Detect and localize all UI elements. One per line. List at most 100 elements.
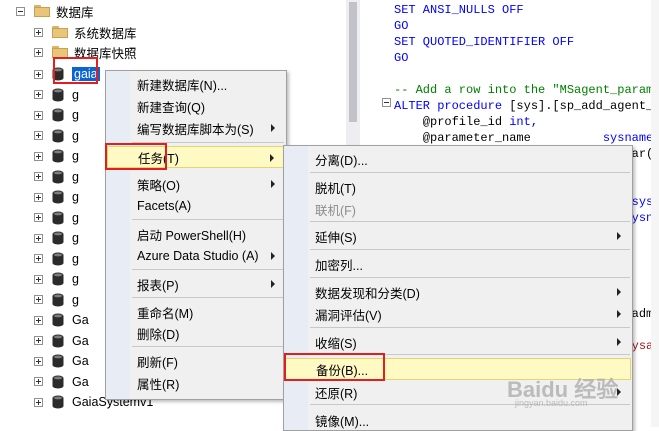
expand-icon[interactable]	[34, 151, 43, 161]
expand-icon[interactable]	[34, 254, 43, 263]
expand-icon[interactable]	[34, 336, 43, 345]
menu-separator	[310, 249, 630, 250]
database-row[interactable]: g	[34, 187, 79, 207]
tasks-submenu-item[interactable]: 收缩(S)	[285, 331, 631, 353]
database-label: Ga	[72, 354, 89, 368]
context-menu-item[interactable]: 属性(R)	[107, 372, 285, 394]
tasks-submenu-item[interactable]: 分离(D)...	[285, 148, 631, 170]
database-icon	[52, 211, 64, 224]
context-menu-item-label: 新建查询(Q)	[137, 100, 206, 115]
database-row[interactable]: g	[34, 228, 79, 248]
database-row[interactable]: g	[34, 249, 79, 269]
database-label: g	[72, 108, 79, 122]
code-line: GO	[394, 50, 408, 66]
database-icon	[52, 293, 64, 306]
folder-icon	[34, 5, 50, 17]
context-menu-item[interactable]: Azure Data Studio (A)	[107, 245, 285, 267]
tasks-submenu-item[interactable]: 漏洞评估(V)	[285, 303, 631, 325]
database-label: g	[72, 292, 79, 307]
tasks-submenu-item[interactable]: 延伸(S)	[285, 225, 631, 247]
code-token: -- Add a row into the "MSagent_paramet	[394, 83, 659, 97]
submenu-arrow-icon	[617, 310, 621, 318]
expand-icon[interactable]	[34, 172, 43, 181]
menu-separator	[310, 327, 630, 328]
expand-icon[interactable]	[34, 397, 43, 407]
context-menu-item-label: 策略(O)	[137, 178, 181, 193]
database-row[interactable]: g	[34, 85, 79, 105]
database-icon	[52, 129, 64, 142]
expand-icon[interactable]	[34, 274, 43, 284]
code-token: GO	[394, 51, 409, 65]
expand-icon[interactable]	[34, 377, 43, 386]
database-row[interactable]: g	[34, 105, 79, 125]
highlight-tasks-item	[105, 143, 167, 170]
database-row[interactable]: g	[34, 146, 79, 166]
tree-node-system-databases[interactable]: 系统数据库	[34, 22, 137, 42]
submenu-arrow-icon	[271, 280, 275, 288]
database-icon	[52, 170, 64, 183]
tasks-submenu-item-label: 还原(R)	[315, 386, 358, 401]
context-menu-item-label: 新建数据库(N)...	[137, 78, 228, 93]
database-row[interactable]: Ga	[34, 351, 89, 371]
database-row[interactable]: Ga	[34, 331, 89, 351]
tasks-submenu-item[interactable]: 脱机(T)	[285, 176, 631, 198]
context-menu-item[interactable]: Facets(A)	[107, 195, 285, 217]
menu-separator	[132, 219, 284, 220]
database-row[interactable]: Ga	[34, 310, 89, 330]
database-row[interactable]: g	[34, 167, 79, 187]
code-line: GO	[394, 18, 408, 34]
database-label: Ga	[72, 313, 89, 327]
database-row[interactable]: g	[34, 208, 79, 228]
collapse-icon[interactable]	[16, 6, 25, 16]
expand-icon[interactable]	[34, 233, 43, 243]
context-menu-item[interactable]: 新建查询(Q)	[107, 95, 285, 117]
expand-icon[interactable]	[34, 213, 43, 222]
tasks-submenu-item-label: 加密列...	[315, 258, 363, 273]
expand-icon[interactable]	[34, 27, 43, 37]
context-menu-item[interactable]: 启动 PowerShell(H)	[107, 223, 285, 245]
context-menu-item[interactable]: 删除(D)	[107, 322, 285, 344]
scrollbar-thumb[interactable]	[349, 2, 357, 122]
context-menu-item[interactable]: 编写数据库脚本为(S)	[107, 117, 285, 139]
editor-scrollbar[interactable]	[651, 0, 659, 427]
context-menu-item-label: 编写数据库脚本为(S)	[137, 122, 254, 137]
highlight-backup-item	[284, 353, 385, 381]
tree-node-databases[interactable]: 数据库	[16, 1, 94, 21]
tasks-submenu-item-label: 分离(D)...	[315, 153, 368, 168]
expand-icon[interactable]	[34, 69, 43, 79]
submenu-arrow-icon	[271, 252, 275, 260]
database-row[interactable]: Ga	[34, 372, 89, 392]
database-label: g	[72, 272, 79, 286]
expand-icon[interactable]	[34, 192, 43, 202]
database-label: g	[72, 210, 79, 225]
context-menu-item[interactable]: 新建数据库(N)...	[107, 73, 285, 95]
database-row[interactable]: g	[34, 290, 79, 310]
expand-icon[interactable]	[34, 295, 43, 304]
tasks-submenu-item[interactable]: 加密列...	[285, 253, 631, 275]
expand-icon[interactable]	[34, 90, 43, 99]
code-collapse-icon[interactable]	[382, 98, 391, 107]
expand-icon[interactable]	[34, 131, 43, 140]
database-row[interactable]: g	[34, 269, 79, 289]
database-label: g	[72, 149, 79, 163]
folder-icon	[52, 26, 68, 38]
code-line: SET ANSI_NULLS OFF	[394, 2, 524, 18]
watermark-subtext: jingyan.baidu.com	[515, 398, 588, 408]
context-menu-item[interactable]: 报表(P)	[107, 273, 285, 295]
expand-icon[interactable]	[34, 356, 43, 366]
database-icon	[52, 334, 64, 347]
database-row[interactable]: g	[34, 126, 79, 146]
expand-icon[interactable]	[34, 110, 43, 120]
expand-icon[interactable]	[34, 315, 43, 325]
context-menu-item[interactable]: 重命名(M)	[107, 301, 285, 323]
context-menu-item-label: Azure Data Studio (A)	[137, 249, 259, 263]
tasks-submenu-item[interactable]: 联机(F)	[285, 198, 631, 220]
database-label: Ga	[72, 374, 89, 389]
code-token: SET QUOTED_IDENTIFIER OFF	[394, 35, 575, 49]
context-menu-item[interactable]: 策略(O)	[107, 173, 285, 195]
tasks-submenu-item[interactable]: 数据发现和分类(D)	[285, 281, 631, 303]
expand-icon[interactable]	[34, 47, 43, 57]
code-token: GO	[394, 19, 409, 33]
tasks-submenu-item-label: 脱机(T)	[315, 181, 356, 196]
context-menu-item[interactable]: 刷新(F)	[107, 350, 285, 372]
